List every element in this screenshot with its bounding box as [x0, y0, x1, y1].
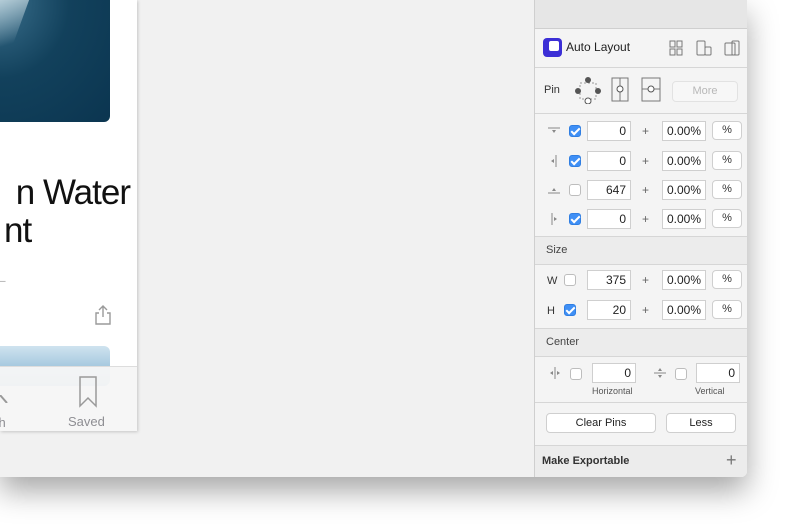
size-group: W 375 + 0.00% % H 20 + 0.00% %	[535, 264, 747, 329]
height-percent-input[interactable]: 0.00%	[662, 300, 706, 320]
pin-right-checkbox[interactable]	[569, 213, 581, 225]
less-button[interactable]: Less	[666, 413, 736, 433]
horizontal-label: Horizontal	[592, 386, 633, 396]
export-section: Make Exportable +	[535, 446, 747, 477]
center-header-label: Center	[546, 336, 580, 348]
pin-bottom-checkbox[interactable]	[569, 184, 581, 196]
pin-left-unit-button[interactable]: %	[712, 151, 742, 170]
grid-icon[interactable]	[668, 40, 684, 56]
width-checkbox[interactable]	[564, 274, 576, 286]
pin-top-unit-button[interactable]: %	[712, 121, 742, 140]
plus-sign: +	[642, 303, 650, 317]
edge-bottom-icon	[548, 188, 560, 194]
height-input[interactable]: 20	[587, 300, 631, 320]
tab-search-label[interactable]: ch	[0, 415, 6, 430]
pin-bottom-unit-button[interactable]: %	[712, 180, 742, 199]
pin-bottom-percent-input[interactable]: 0.00%	[662, 180, 706, 200]
auto-layout-title: Auto Layout	[566, 40, 631, 54]
pin-actions: Clear Pins Less	[535, 403, 747, 446]
pin-row-bottom: 647 + 0.00% %	[535, 178, 747, 202]
pin-horizontal-center-icon[interactable]	[641, 77, 661, 102]
size-header-label: Size	[546, 244, 568, 256]
plus-sign: +	[642, 154, 650, 168]
pin-left-checkbox[interactable]	[569, 155, 581, 167]
pin-top-input[interactable]: 0	[587, 121, 631, 141]
center-horizontal-icon	[550, 367, 560, 379]
pin-row-left: 0 + 0.00% %	[535, 149, 747, 173]
pin-top-percent-input[interactable]: 0.00%	[662, 121, 706, 141]
height-unit-button[interactable]: %	[712, 300, 742, 319]
pin-right-percent-input[interactable]: 0.00%	[662, 209, 706, 229]
plus-sign: +	[642, 212, 650, 226]
pin-bottom-input[interactable]: 647	[587, 180, 631, 200]
artboard-phone[interactable]: n Water nt – ch Saved	[0, 0, 137, 431]
center-group: 0 Horizontal 0 Vertical	[535, 356, 747, 403]
app-window: n Water nt – ch Saved	[0, 0, 747, 477]
pin-row: Pin More	[535, 68, 747, 114]
plus-sign: +	[642, 273, 650, 287]
center-vertical-icon	[654, 368, 666, 378]
devices-landscape-icon[interactable]	[724, 40, 740, 56]
auto-layout-logo-icon	[543, 38, 562, 57]
article-headline: n Water nt	[0, 173, 131, 250]
size-row-height: H 20 + 0.00% %	[535, 298, 747, 322]
center-vertical-input[interactable]: 0	[696, 363, 740, 383]
center-horizontal-checkbox[interactable]	[570, 368, 582, 380]
devices-portrait-icon[interactable]	[696, 40, 712, 56]
pin-label: Pin	[544, 84, 560, 96]
edge-right-icon	[551, 213, 557, 225]
inspector-panel: Auto Layout Pin More 0 + 0.00% % 0 + 0.0…	[534, 0, 747, 477]
size-section-header: Size	[535, 237, 747, 265]
inspector-top-strip	[535, 0, 747, 29]
height-label: H	[547, 305, 555, 317]
width-label: W	[547, 275, 558, 287]
center-section-header: Center	[535, 329, 747, 357]
size-row-width: W 375 + 0.00% %	[535, 268, 747, 292]
hero-image	[0, 0, 110, 122]
tab-bar: ch Saved	[0, 366, 137, 431]
pin-left-input[interactable]: 0	[587, 151, 631, 171]
share-icon[interactable]	[94, 305, 112, 325]
headline-line-2: nt	[4, 211, 32, 250]
meta-dash: –	[0, 276, 6, 287]
design-canvas[interactable]: n Water nt – ch Saved	[0, 0, 534, 477]
add-export-button[interactable]: +	[726, 450, 737, 471]
tab-saved-label[interactable]: Saved	[68, 414, 105, 429]
plus-sign: +	[642, 183, 650, 197]
pin-left-percent-input[interactable]: 0.00%	[662, 151, 706, 171]
search-icon[interactable]	[0, 395, 8, 403]
pin-right-unit-button[interactable]: %	[712, 209, 742, 228]
pin-right-input[interactable]: 0	[587, 209, 631, 229]
plus-sign: +	[642, 124, 650, 138]
edge-top-icon	[548, 127, 560, 133]
auto-layout-header: Auto Layout	[535, 29, 747, 68]
center-horizontal-input[interactable]: 0	[592, 363, 636, 383]
pin-row-right: 0 + 0.00% %	[535, 207, 747, 231]
height-checkbox[interactable]	[564, 304, 576, 316]
pin-row-top: 0 + 0.00% %	[535, 119, 747, 143]
pin-vertical-center-icon[interactable]	[611, 77, 629, 102]
edge-left-icon	[551, 155, 557, 167]
width-unit-button[interactable]: %	[712, 270, 742, 289]
vertical-label: Vertical	[695, 386, 725, 396]
width-input[interactable]: 375	[587, 270, 631, 290]
make-exportable-label: Make Exportable	[542, 455, 630, 467]
pin-all-edges-icon[interactable]	[575, 77, 601, 104]
bookmark-icon[interactable]	[78, 376, 98, 408]
pin-top-checkbox[interactable]	[569, 125, 581, 137]
more-button[interactable]: More	[672, 81, 738, 102]
center-vertical-checkbox[interactable]	[675, 368, 687, 380]
pin-edges-group: 0 + 0.00% % 0 + 0.00% % 647 + 0.00% % 0 …	[535, 114, 747, 237]
clear-pins-button[interactable]: Clear Pins	[546, 413, 656, 433]
width-percent-input[interactable]: 0.00%	[662, 270, 706, 290]
headline-line-1: n Water	[15, 173, 131, 212]
